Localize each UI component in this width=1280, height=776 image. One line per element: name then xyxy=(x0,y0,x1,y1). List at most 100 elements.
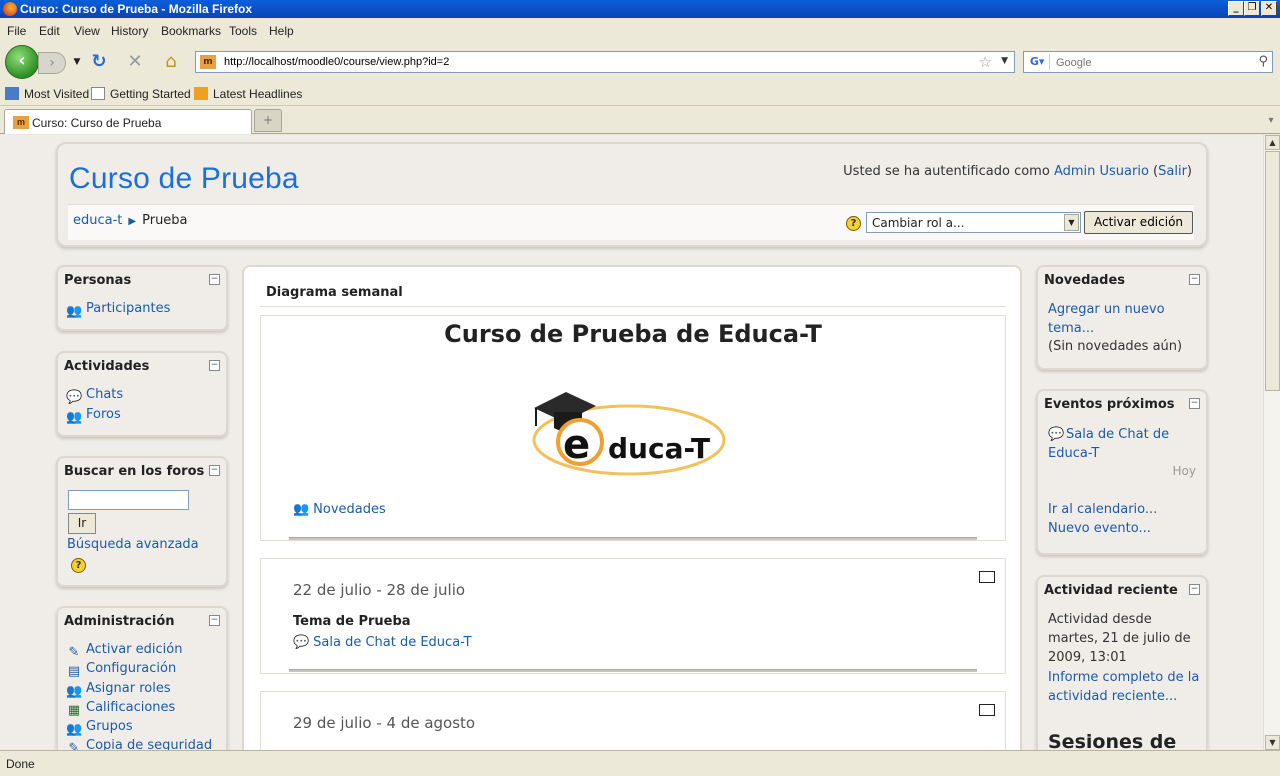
section-week-2: 29 de julio - 4 de agosto xyxy=(260,691,1006,750)
window-title: Curso: Curso de Prueba - Mozilla Firefox xyxy=(20,2,253,16)
minimize-button[interactable]: _ xyxy=(1228,1,1244,16)
history-dropdown-icon[interactable]: ▼ xyxy=(66,52,88,72)
block-actividad-reciente: Actividad reciente − Actividad desde mar… xyxy=(1036,575,1208,750)
block-novedades: Novedades − Agregar un nuevo tema... (Si… xyxy=(1036,265,1208,370)
breadcrumb-home[interactable]: educa-t xyxy=(73,213,122,228)
week-2-dates: 29 de julio - 4 de agosto xyxy=(293,714,476,732)
highlight-week-icon[interactable] xyxy=(979,704,995,716)
tab-course[interactable]: m Curso: Curso de Prueba xyxy=(4,109,252,134)
bookmark-getting-started[interactable]: Getting Started xyxy=(91,87,191,101)
site-favicon: m xyxy=(200,55,216,69)
home-icon[interactable]: ⌂ xyxy=(160,52,182,72)
tab-list-icon[interactable]: ▾ xyxy=(1264,110,1278,132)
help-icon[interactable]: ? xyxy=(846,216,861,231)
scroll-down-icon[interactable]: ▼ xyxy=(1265,735,1280,750)
bookmark-most-visited[interactable]: Most Visited xyxy=(5,87,89,101)
logout-link[interactable]: Salir xyxy=(1158,164,1187,179)
block-title: Buscar en los foros xyxy=(64,464,205,479)
menu-history[interactable]: History xyxy=(111,24,148,38)
menu-file[interactable]: File xyxy=(7,24,26,38)
url-dropdown-icon[interactable]: ▼ xyxy=(1001,56,1008,66)
admin-grades-link[interactable]: ▦ Calificaciones xyxy=(66,700,175,719)
url-text[interactable]: http://localhost/moodle0/course/view.php… xyxy=(224,56,449,68)
activity-since: Actividad desde martes, 21 de julio de 2… xyxy=(1048,612,1191,665)
news-forum-link[interactable]: 👥 Novedades xyxy=(293,502,386,517)
users-icon: 👥 xyxy=(66,304,83,319)
block-title: Personas xyxy=(64,273,132,288)
participants-link[interactable]: 👥 Participantes xyxy=(66,301,170,320)
menu-bookmarks[interactable]: Bookmarks xyxy=(161,24,221,38)
search-engine-icon[interactable]: G▾ xyxy=(1026,54,1050,70)
tab-bar: m Curso: Curso de Prueba + ▾ xyxy=(0,106,1280,134)
logo-text: duca-T xyxy=(608,432,710,465)
chat-room-link[interactable]: 💬 Sala de Chat de Educa-T xyxy=(293,635,472,650)
new-tab-button[interactable]: + xyxy=(254,109,282,132)
role-select[interactable]: Cambiar rol a... ▼ xyxy=(866,212,1081,233)
block-eventos: Eventos próximos − 💬 Sala de Chat de Educ… xyxy=(1036,389,1208,555)
collapse-icon[interactable]: − xyxy=(209,465,220,476)
course-content: Diagrama semanal Curso de Prueba de Educ… xyxy=(242,265,1022,750)
collapse-icon[interactable]: − xyxy=(209,360,220,371)
bookmark-latest-headlines[interactable]: Latest Headlines xyxy=(194,87,302,101)
collapse-icon[interactable]: − xyxy=(209,615,220,626)
edit-mode-button[interactable]: Activar edición xyxy=(1084,211,1193,234)
admin-roles-link[interactable]: 👥 Asignar roles xyxy=(66,681,171,700)
forums-link[interactable]: 👥 Foros xyxy=(66,407,121,426)
search-icon[interactable]: ⚲ xyxy=(1258,54,1268,69)
search-box[interactable]: G▾ ⚲ xyxy=(1023,51,1273,73)
grades-icon: ▦ xyxy=(67,703,81,718)
scroll-up-icon[interactable]: ▲ xyxy=(1265,135,1280,150)
url-bar[interactable]: m http://localhost/moodle0/course/view.p… xyxy=(195,51,1015,73)
no-news-text: (Sin novedades aún) xyxy=(1048,339,1183,354)
scroll-thumb[interactable] xyxy=(1265,151,1280,391)
collapse-icon[interactable]: − xyxy=(1189,584,1200,595)
full-report-link[interactable]: Informe completo de la actividad recient… xyxy=(1048,668,1206,706)
sessions-heading: Sesiones de xyxy=(1048,731,1177,750)
collapse-icon[interactable]: − xyxy=(1189,398,1200,409)
maximize-button[interactable]: ❐ xyxy=(1244,1,1260,16)
chats-link[interactable]: 💬 Chats xyxy=(66,387,123,406)
advanced-search-link[interactable]: Búsqueda avanzada xyxy=(67,537,199,552)
search-forums-input[interactable] xyxy=(68,490,189,510)
collapse-icon[interactable]: − xyxy=(1189,274,1200,285)
login-prefix: Usted se ha autentificado como xyxy=(843,164,1050,179)
admin-settings-link[interactable]: ▤ Configuración xyxy=(66,661,176,680)
add-topic-link[interactable]: Agregar un nuevo tema... xyxy=(1048,300,1198,338)
calendar-link[interactable]: Ir al calendario... xyxy=(1048,502,1157,517)
section-0-title: Curso de Prueba de Educa-T xyxy=(444,320,822,348)
search-input[interactable] xyxy=(1056,55,1246,70)
user-link[interactable]: Admin Usuario xyxy=(1054,164,1149,179)
section-week-1: 22 de julio - 28 de julio Tema de Prueba… xyxy=(260,558,1006,674)
menu-view[interactable]: View xyxy=(74,24,100,38)
admin-edit-link[interactable]: ✎ Activar edición xyxy=(66,642,183,661)
page-scrollbar[interactable]: ▲ ▼ xyxy=(1263,135,1280,750)
block-title: Administración xyxy=(64,614,175,629)
back-button[interactable]: ‹ xyxy=(5,45,39,79)
week-1-topic: Tema de Prueba xyxy=(293,614,411,629)
menu-help[interactable]: Help xyxy=(269,24,294,38)
search-forums-go-button[interactable]: Ir xyxy=(68,513,96,534)
menu-tools[interactable]: Tools xyxy=(229,24,257,38)
most-visited-icon xyxy=(5,87,19,100)
tab-label: Curso: Curso de Prueba xyxy=(32,116,162,130)
chevron-down-icon[interactable]: ▼ xyxy=(1064,214,1079,231)
new-event-link[interactable]: Nuevo evento... xyxy=(1048,521,1151,536)
roles-icon: 👥 xyxy=(66,684,83,699)
collapse-icon[interactable]: − xyxy=(209,274,220,285)
reload-icon[interactable]: ↻ xyxy=(88,52,110,72)
forward-button[interactable]: › xyxy=(38,52,66,74)
chat-icon: 💬 xyxy=(1048,427,1065,442)
highlight-week-icon[interactable] xyxy=(979,571,995,583)
close-button[interactable]: ✕ xyxy=(1261,1,1277,16)
breadcrumb-current: Prueba xyxy=(142,213,188,228)
navbar-row: educa-t ▶ Prueba ? Cambiar rol a... ▼ Acti… xyxy=(68,204,1194,240)
block-personas: Personas − 👥 Participantes xyxy=(56,265,228,331)
week-1-dates: 22 de julio - 28 de julio xyxy=(293,581,466,599)
admin-backup-link[interactable]: ✎ Copia de seguridad xyxy=(66,738,213,750)
menu-edit[interactable]: Edit xyxy=(39,24,60,38)
admin-groups-link[interactable]: 👥 Grupos xyxy=(66,719,133,738)
bookmark-star-icon[interactable]: ☆ xyxy=(979,53,992,71)
stop-icon[interactable]: ✕ xyxy=(124,52,146,72)
help-icon[interactable]: ? xyxy=(71,558,86,573)
event-chat-link[interactable]: 💬 Sala de Chat de Educa-T xyxy=(1048,425,1198,463)
